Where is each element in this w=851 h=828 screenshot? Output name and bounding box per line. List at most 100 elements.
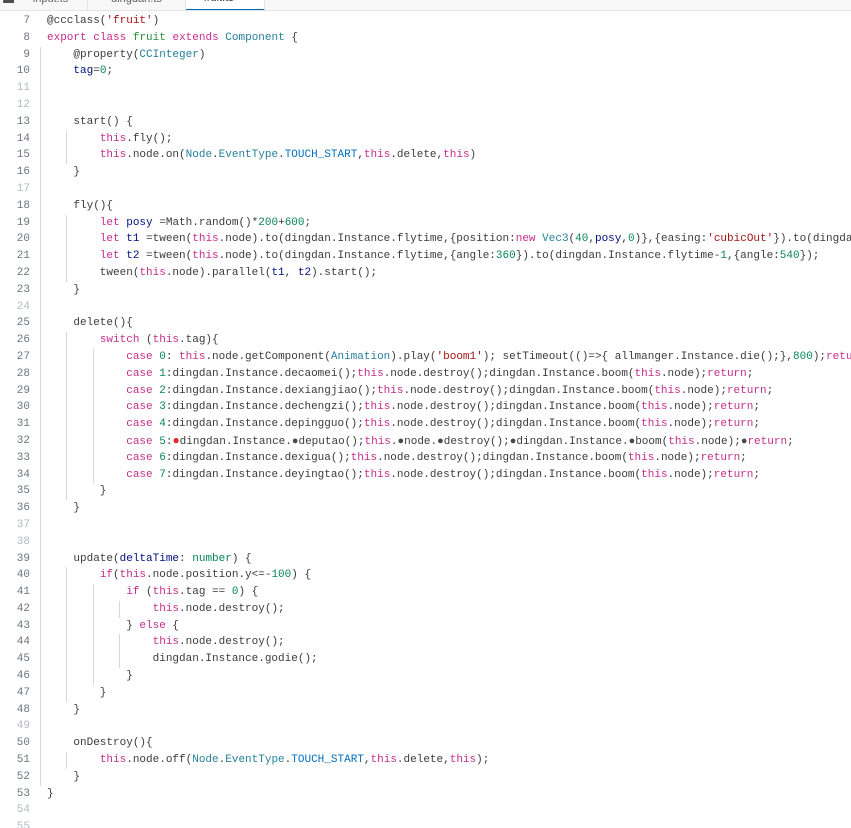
- line-number[interactable]: 38: [0, 534, 40, 551]
- code-line[interactable]: 17: [0, 180, 851, 198]
- code-line[interactable]: 11: [0, 80, 851, 97]
- line-number[interactable]: 21: [0, 248, 40, 265]
- code-line[interactable]: 53}: [0, 786, 851, 803]
- line-number[interactable]: 8: [0, 30, 40, 47]
- line-number[interactable]: 19: [0, 215, 40, 232]
- code-line[interactable]: 48 }: [0, 701, 851, 719]
- line-number[interactable]: 55: [0, 819, 40, 828]
- close-icon[interactable]: ×: [240, 0, 246, 4]
- line-number[interactable]: 25: [0, 315, 40, 332]
- code-line[interactable]: 35 }: [0, 483, 851, 501]
- code-line[interactable]: 51 this.node.off(Node.EventType.TOUCH_ST…: [0, 752, 851, 769]
- line-number[interactable]: 23: [0, 282, 40, 299]
- code-line[interactable]: 22 tween(this.node).parallel(t1, t2).sta…: [0, 264, 851, 282]
- code-line[interactable]: 47 }: [0, 684, 851, 702]
- code-line[interactable]: 14 this.fly();: [0, 130, 851, 148]
- line-number[interactable]: 48: [0, 702, 40, 719]
- line-number[interactable]: 29: [0, 383, 40, 400]
- code-line[interactable]: 13 start() {: [0, 113, 851, 131]
- line-number[interactable]: 41: [0, 584, 40, 601]
- line-number[interactable]: 39: [0, 551, 40, 568]
- line-number[interactable]: 49: [0, 718, 40, 735]
- code-area[interactable]: 7 @ccclass('fruit') 8 export class fruit ex…: [0, 13, 851, 828]
- line-number[interactable]: 35: [0, 483, 40, 500]
- line-number[interactable]: 47: [0, 685, 40, 702]
- code-line[interactable]: 16 }: [0, 164, 851, 181]
- line-number[interactable]: 24: [0, 299, 40, 316]
- code-line[interactable]: 36 }: [0, 500, 851, 517]
- code-line[interactable]: 37: [0, 516, 851, 534]
- code-line[interactable]: 44 this.node.destroy();: [0, 634, 851, 652]
- code-line[interactable]: 34 case 7:dingdan.Instance.deyingtao();t…: [0, 466, 851, 484]
- line-number[interactable]: 43: [0, 618, 40, 635]
- tab-input-ts[interactable]: input.ts: [14, 0, 88, 10]
- line-number[interactable]: 13: [0, 114, 40, 131]
- line-number[interactable]: 36: [0, 500, 40, 517]
- code-line[interactable]: 32 case 5:●dingdan.Instance.●deputao();t…: [0, 432, 851, 450]
- code-line[interactable]: 46 }: [0, 668, 851, 685]
- line-number[interactable]: 22: [0, 265, 40, 282]
- line-number[interactable]: 30: [0, 399, 40, 416]
- code-line[interactable]: 45 dingdan.Instance.godie();: [0, 651, 851, 669]
- code-line[interactable]: 15 this.node.on(Node.EventType.TOUCH_STA…: [0, 147, 851, 165]
- line-number[interactable]: 10: [0, 63, 40, 80]
- code-line[interactable]: 12: [0, 96, 851, 114]
- line-number[interactable]: 32: [0, 433, 40, 450]
- line-number[interactable]: 50: [0, 735, 40, 752]
- line-number[interactable]: 15: [0, 147, 40, 164]
- code-line[interactable]: 49: [0, 718, 851, 736]
- code-line[interactable]: 29 case 2:dingdan.Instance.dexiangjiao()…: [0, 382, 851, 400]
- code-line[interactable]: 30 case 3:dingdan.Instance.dechengzi();t…: [0, 399, 851, 417]
- code-line[interactable]: 21 let t2 =tween(this.node).to(dingdan.I…: [0, 248, 851, 265]
- line-number[interactable]: 45: [0, 651, 40, 668]
- line-number[interactable]: 18: [0, 198, 40, 215]
- code-line[interactable]: 8 export class fruit extends Component {: [0, 30, 851, 47]
- line-number[interactable]: 14: [0, 131, 40, 148]
- line-number[interactable]: 37: [0, 517, 40, 534]
- code-line[interactable]: 20 let t1 =tween(this.node).to(dingdan.I…: [0, 231, 851, 249]
- line-number[interactable]: 46: [0, 668, 40, 685]
- code-line[interactable]: 26 switch (this.tag){: [0, 332, 851, 349]
- code-line[interactable]: 50 onDestroy(){: [0, 735, 851, 753]
- editor[interactable]: 7 @ccclass('fruit') 8 export class fruit ex…: [0, 11, 851, 828]
- line-number[interactable]: 9: [0, 47, 40, 64]
- code-line[interactable]: 27 case 0: this.node.getComponent(Animat…: [0, 348, 851, 366]
- tab-fruit-ts[interactable]: fruit.ts ×: [186, 0, 265, 10]
- code-line[interactable]: 38: [0, 533, 851, 551]
- code-line[interactable]: 19 let posy =Math.random()*200+600;: [0, 214, 851, 232]
- code-line[interactable]: 42 this.node.destroy();: [0, 600, 851, 618]
- code-line[interactable]: 52 }: [0, 768, 851, 786]
- code-line[interactable]: 18 fly(){: [0, 197, 851, 215]
- line-number[interactable]: 54: [0, 802, 40, 819]
- code-line[interactable]: 41 if (this.tag == 0) {: [0, 584, 851, 601]
- line-number[interactable]: 44: [0, 634, 40, 651]
- line-number[interactable]: 42: [0, 601, 40, 618]
- line-number[interactable]: 53: [0, 786, 40, 803]
- line-number[interactable]: 12: [0, 97, 40, 114]
- code-line[interactable]: 39 update(deltaTime: number) {: [0, 550, 851, 568]
- line-number[interactable]: 7: [0, 13, 40, 30]
- line-number[interactable]: 31: [0, 416, 40, 433]
- line-number[interactable]: 16: [0, 164, 40, 181]
- code-line[interactable]: 31 case 4:dingdan.Instance.depingguo();t…: [0, 416, 851, 433]
- line-number[interactable]: 27: [0, 349, 40, 366]
- line-number[interactable]: 20: [0, 231, 40, 248]
- code-line[interactable]: 7 @ccclass('fruit'): [0, 13, 851, 30]
- code-line[interactable]: 40 if(this.node.position.y<=-100) {: [0, 567, 851, 585]
- code-line[interactable]: 23 }: [0, 281, 851, 299]
- code-line[interactable]: 28 case 1:dingdan.Instance.decaomei();th…: [0, 365, 851, 383]
- line-number[interactable]: 11: [0, 80, 40, 97]
- code-line[interactable]: 33 case 6:dingdan.Instance.dexigua();thi…: [0, 449, 851, 467]
- code-line[interactable]: 10 tag=0;: [0, 63, 851, 81]
- code-line[interactable]: 25 delete(){: [0, 315, 851, 333]
- line-number[interactable]: 28: [0, 366, 40, 383]
- tab-dingdan-ts[interactable]: dingdan.ts: [88, 0, 186, 10]
- code-line[interactable]: 24: [0, 298, 851, 316]
- line-number[interactable]: 51: [0, 752, 40, 769]
- line-number[interactable]: 40: [0, 567, 40, 584]
- code-line[interactable]: 54: [0, 802, 851, 819]
- code-line[interactable]: 55: [0, 819, 851, 828]
- line-number[interactable]: 34: [0, 467, 40, 484]
- line-number[interactable]: 33: [0, 450, 40, 467]
- line-number[interactable]: 17: [0, 181, 40, 198]
